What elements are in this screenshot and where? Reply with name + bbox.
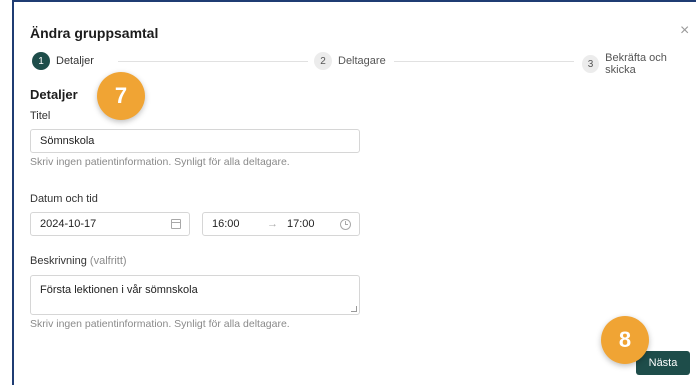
- calendar-icon[interactable]: [171, 219, 181, 229]
- step-label: Bekräfta och skicka: [605, 52, 667, 76]
- step-confirm-and-send[interactable]: 3 Bekräfta och skicka: [582, 52, 696, 76]
- description-label-text: Beskrivning: [30, 255, 87, 267]
- date-input-value: 2024-10-17: [40, 218, 97, 230]
- next-button[interactable]: Nästa: [636, 351, 690, 375]
- step-label: Detaljer: [56, 55, 94, 67]
- resize-handle-icon[interactable]: [351, 306, 357, 312]
- window-frame-left: [0, 0, 14, 385]
- time-range-input[interactable]: 16:00 → 17:00: [202, 212, 360, 236]
- step-number: 1: [32, 52, 50, 70]
- title-hint: Skriv ingen patientinformation. Synligt …: [30, 156, 290, 168]
- description-value: Första lektionen i vår sömnskola: [40, 284, 198, 296]
- description-hint: Skriv ingen patientinformation. Synligt …: [30, 318, 290, 330]
- step-participants[interactable]: 2 Deltagare: [314, 52, 386, 70]
- step-label: Deltagare: [338, 55, 386, 67]
- stepper-line: [394, 61, 574, 62]
- description-textarea[interactable]: Första lektionen i vår sömnskola: [30, 275, 360, 315]
- clock-icon[interactable]: [340, 219, 351, 230]
- step-number: 3: [582, 55, 600, 73]
- edit-group-call-dialog: Ändra gruppsamtal × 1 Detaljer 2 Deltaga…: [16, 10, 696, 385]
- description-label: Beskrivning (valfritt): [30, 255, 127, 267]
- description-optional-text: (valfritt): [89, 255, 127, 267]
- date-input[interactable]: 2024-10-17: [30, 212, 190, 236]
- start-time-value: 16:00: [212, 218, 240, 230]
- step-number: 2: [314, 52, 332, 70]
- annotation-badge-7: 7: [97, 72, 145, 120]
- title-input[interactable]: Sömnskola: [30, 129, 360, 153]
- arrow-right-icon: →: [267, 218, 278, 230]
- end-time-value: 17:00: [287, 218, 315, 230]
- datetime-label: Datum och tid: [30, 193, 98, 205]
- title-input-value: Sömnskola: [40, 135, 95, 147]
- stepper-line: [118, 61, 308, 62]
- window-frame-top: [14, 0, 696, 10]
- close-icon[interactable]: ×: [680, 22, 689, 40]
- dialog-title: Ändra gruppsamtal: [30, 25, 159, 41]
- stepper: 1 Detaljer 2 Deltagare 3 Bekräfta och sk…: [30, 52, 696, 76]
- step-details[interactable]: 1 Detaljer: [32, 52, 94, 70]
- title-label: Titel: [30, 110, 51, 122]
- annotation-badge-8: 8: [601, 316, 649, 364]
- section-heading: Detaljer: [30, 87, 78, 102]
